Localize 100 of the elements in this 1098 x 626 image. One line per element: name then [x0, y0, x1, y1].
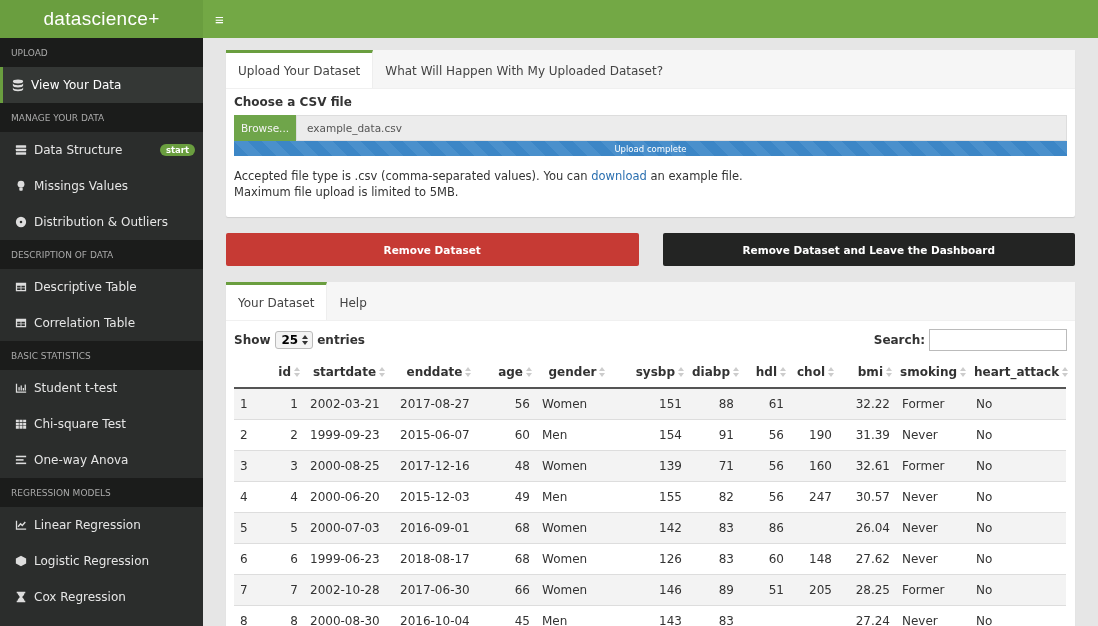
remove-button[interactable]: Remove Dataset: [226, 233, 639, 266]
table-cell: No: [976, 397, 993, 411]
table-cell: 2: [240, 428, 248, 442]
sort-icon: [828, 367, 834, 377]
tab[interactable]: Your Dataset: [226, 282, 328, 320]
table-cell: 83: [718, 552, 734, 566]
file-name-field[interactable]: example_data.csv: [296, 115, 1067, 141]
sort-icon: [1062, 367, 1069, 377]
menu-item-icon: [15, 215, 27, 229]
sidebar-section-title: UPLOAD: [0, 38, 203, 67]
table-cell: Women: [542, 583, 588, 597]
table-cell: Women: [542, 521, 588, 535]
table-cell: 5: [240, 521, 248, 535]
table-cell: No: [976, 428, 993, 442]
updown-icon: [302, 335, 309, 345]
download-link[interactable]: download: [591, 169, 647, 183]
sidebar-item[interactable]: Descriptive Table: [0, 269, 203, 305]
table-cell: Never: [902, 428, 938, 442]
table-cell: Men: [542, 614, 568, 626]
page-size-select[interactable]: 25: [274, 331, 314, 349]
table-cell: 56: [768, 428, 784, 442]
sort-icon: [379, 367, 386, 377]
table-cell: 126: [659, 552, 682, 566]
table-cell: 146: [659, 583, 682, 597]
search-field[interactable]: [929, 329, 1067, 351]
show-label: Show: [234, 333, 271, 347]
menu-item-icon: [15, 554, 27, 568]
table-cell: 83: [718, 521, 734, 535]
table-cell: Former: [902, 397, 945, 411]
table-cell: 66: [514, 583, 530, 597]
table-cell: 7: [240, 583, 248, 597]
remove-button[interactable]: Remove Dataset and Leave the Dashboard: [662, 233, 1075, 266]
table-cell: No: [976, 552, 993, 566]
sidebar-item[interactable]: Logistic Regression: [0, 543, 203, 579]
table-cell: 205: [809, 583, 832, 597]
table-cell: Never: [902, 490, 938, 504]
sort-icon: [294, 367, 300, 377]
menu-item-icon: [12, 78, 24, 92]
sidebar-item[interactable]: Correlation Table: [0, 305, 203, 341]
info-text: Maximum file upload is limited to 5MB.: [234, 184, 460, 200]
sort-icon: [599, 367, 606, 377]
table-cell: 5: [290, 521, 298, 535]
table-cell: 1: [290, 397, 298, 411]
menu-item-icon: [15, 381, 27, 395]
sidebar-item[interactable]: Missings Values: [0, 168, 203, 204]
table-cell: 7: [290, 583, 298, 597]
table-cell: 28.25: [855, 583, 890, 597]
sidebar-item[interactable]: Student t-test: [0, 370, 203, 406]
table-cell: 4: [240, 490, 248, 504]
sort-icon: [733, 367, 739, 377]
menu-item-icon: [15, 316, 27, 330]
sidebar-item[interactable]: View Your Data: [0, 67, 203, 103]
sidebar-item[interactable]: Linear Regression: [0, 507, 203, 543]
table-cell: 2002-10-28: [310, 583, 380, 597]
table-cell: 68: [514, 552, 530, 566]
table-cell: 91: [718, 428, 734, 442]
table-cell: Never: [902, 552, 938, 566]
sidebar-item[interactable]: One-way Anova: [0, 442, 203, 478]
progress-label: Upload complete: [614, 143, 687, 154]
table-cell: 56: [768, 459, 784, 473]
sidebar-item[interactable]: Chi-square Test: [0, 406, 203, 442]
table-cell: 142: [659, 521, 682, 535]
menu-item-icon: [15, 417, 27, 431]
table-cell: Never: [902, 521, 938, 535]
table-cell: 3: [290, 459, 298, 473]
table-cell: 60: [514, 428, 530, 442]
table-cell: 32.61: [855, 459, 890, 473]
table-cell: Women: [542, 397, 588, 411]
sidebar-item[interactable]: Distribution & Outliers: [0, 204, 203, 240]
table-cell: Former: [902, 583, 945, 597]
table-cell: 45: [514, 614, 530, 626]
table-cell: 2015-12-03: [400, 490, 470, 504]
menu-item-icon: [15, 179, 27, 193]
table-cell: 8: [290, 614, 298, 626]
tab[interactable]: What Will Happen With My Uploaded Dataset?: [373, 50, 676, 88]
table-cell: 139: [659, 459, 682, 473]
table-cell: 6: [240, 552, 248, 566]
search-label: Search:: [873, 333, 925, 347]
table-cell: 48: [514, 459, 530, 473]
sort-icon: [780, 367, 786, 377]
table-cell: 2: [290, 428, 298, 442]
table-cell: Former: [902, 459, 945, 473]
table-cell: 60: [768, 552, 784, 566]
sidebar-item[interactable]: Data Structure start: [0, 132, 203, 168]
table-cell: 56: [514, 397, 530, 411]
table-cell: 8: [240, 614, 248, 626]
sidebar-item[interactable]: Cox Regression: [0, 579, 203, 615]
table-cell: 82: [718, 490, 734, 504]
tab[interactable]: Help: [327, 282, 379, 320]
table-cell: 2002-03-21: [310, 397, 380, 411]
table-cell: 83: [718, 614, 734, 626]
table-cell: 2017-12-16: [400, 459, 470, 473]
table-cell: 71: [718, 459, 734, 473]
sidebar-section-title: BASIC STATISTICS: [0, 341, 203, 370]
tab[interactable]: Upload Your Dataset: [226, 50, 374, 88]
table-cell: 56: [768, 490, 784, 504]
table-cell: Women: [542, 552, 588, 566]
sort-icon: [465, 367, 472, 377]
table-cell: 68: [514, 521, 530, 535]
menu-item-icon: [15, 453, 27, 467]
